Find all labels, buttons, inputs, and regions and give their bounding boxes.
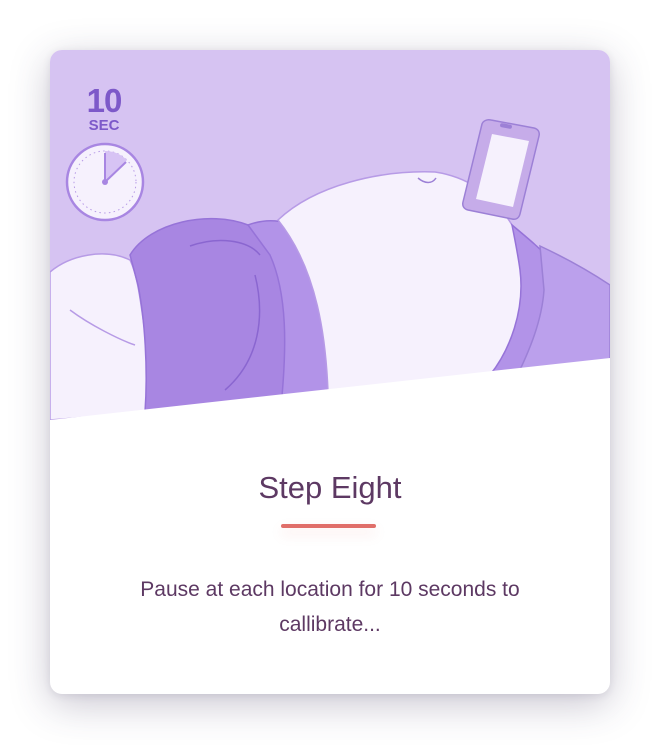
step-title: Step Eight	[258, 470, 402, 505]
step-card: 10 SEC Step Eight Pause at each location…	[50, 50, 610, 694]
step-description: Pause at each location for 10 seconds to…	[140, 578, 520, 636]
step-content: Step Eight Pause at each location for 10…	[50, 430, 610, 694]
title-divider	[281, 524, 376, 528]
stopwatch-icon	[65, 142, 145, 222]
timer-unit: SEC	[88, 117, 120, 134]
step-illustration: 10 SEC	[50, 50, 610, 430]
timer-value: 10	[86, 82, 123, 119]
page: 10 SEC Step Eight Pause at each location…	[0, 0, 660, 745]
